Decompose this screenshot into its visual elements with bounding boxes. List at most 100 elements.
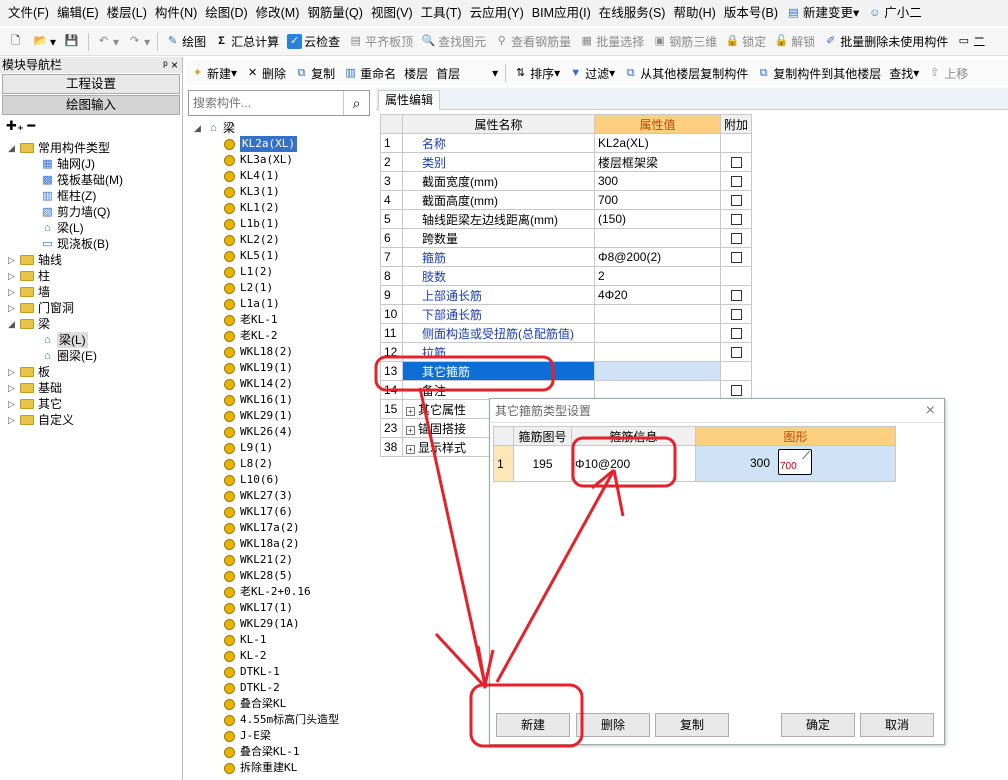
tree-foundation[interactable]: ▷ 基础 (8, 380, 62, 396)
ok-button[interactable]: 确定 (781, 713, 855, 737)
caret-right-icon[interactable]: ▷ (8, 396, 18, 412)
property-row[interactable]: 12 拉筋 (380, 342, 753, 362)
delete-component-button[interactable]: ✕ 删除 (241, 61, 290, 85)
stirrup-code-cell[interactable]: 195 (513, 445, 572, 482)
rebar-3d-button[interactable]: ▣ 钢筋三维 (648, 30, 721, 54)
property-row[interactable]: 13 其它箍筋 (380, 361, 753, 381)
menu-item[interactable]: BIM应用(I) (528, 0, 595, 26)
sort-button[interactable]: ⇅ 排序 ▾ (509, 61, 564, 85)
menu-item[interactable]: 云应用(Y) (466, 0, 528, 26)
caret-down-icon[interactable]: ◢ (8, 140, 18, 156)
property-value[interactable]: (150) (594, 209, 721, 229)
tree-common-types[interactable]: ◢ 常用构件类型 (8, 140, 110, 156)
menu-item[interactable]: 修改(M) (252, 0, 304, 26)
find-button[interactable]: 查找 ▾ (885, 61, 923, 85)
component-item[interactable]: WKL27(3) (224, 488, 293, 504)
property-row[interactable]: 1 名称 KL2a(XL) (380, 133, 753, 153)
tree-item-beam[interactable]: ⌂ 梁(L) (40, 220, 84, 236)
sum-button[interactable]: Σ 汇总计算 (210, 30, 283, 54)
undo-button[interactable]: ↶ ▾ (92, 30, 123, 54)
attach-checkbox[interactable] (730, 385, 742, 397)
batch-delete-button[interactable]: ✐ 批量删除未使用构件 (819, 30, 952, 54)
search-icon[interactable]: ⌕ (343, 91, 369, 115)
property-row[interactable]: 2 类别 楼层框架梁 (380, 152, 753, 172)
caret-right-icon[interactable]: ▷ (8, 300, 18, 316)
component-item[interactable]: WKL18(2) (224, 344, 293, 360)
menu-item[interactable]: 绘图(D) (201, 0, 251, 26)
tree-wall[interactable]: ▷ 墙 (8, 284, 50, 300)
component-item[interactable]: WKL26(4) (224, 424, 293, 440)
tree-item-axis-grid[interactable]: ▦ 轴网(J) (40, 156, 95, 172)
property-value[interactable]: Φ8@200(2) (594, 247, 721, 267)
delete-button[interactable]: 删除 (576, 713, 650, 737)
more-button[interactable]: ▭ 二 (952, 30, 989, 54)
property-row[interactable]: 7 箍筋 Φ8@200(2) (380, 247, 753, 267)
caret-right-icon[interactable]: ▷ (8, 412, 18, 428)
search-input[interactable] (189, 92, 343, 114)
property-row[interactable]: 4 截面高度(mm) 700 (380, 190, 753, 210)
tree-beam[interactable]: ◢ 梁 (8, 316, 50, 332)
menu-item[interactable]: 文件(F) (4, 0, 53, 26)
stirrup-shape-cell[interactable]: 300 700 ⟋ (695, 445, 896, 482)
cancel-button[interactable]: 取消 (860, 713, 934, 737)
redo-button[interactable]: ↷ ▾ (123, 30, 154, 54)
lock-button[interactable]: 🔒 锁定 (721, 30, 770, 54)
component-item[interactable]: KL2a(XL) (224, 136, 297, 152)
copy-to-floor-button[interactable]: ⧉ 复制构件到其他楼层 (752, 61, 885, 85)
component-item[interactable]: 4.55m标高门头造型 (224, 712, 339, 728)
move-up-button[interactable]: ⇧ 上移 (923, 61, 972, 85)
expand-plus-icon[interactable]: + (406, 444, 415, 454)
tree-slab[interactable]: ▷ 板 (8, 364, 50, 380)
attach-checkbox[interactable] (730, 290, 742, 302)
component-item[interactable]: J-E梁 (224, 728, 271, 744)
tree-item-shear-wall[interactable]: ▧ 剪力墙(Q) (40, 204, 110, 220)
component-item[interactable]: WKL18a(2) (224, 536, 300, 552)
property-row[interactable]: 8 肢数 2 (380, 266, 753, 286)
component-item[interactable]: KL2(2) (224, 232, 280, 248)
component-item[interactable]: 叠合梁KL (224, 696, 286, 712)
property-value[interactable] (594, 304, 721, 324)
close-icon[interactable]: × (926, 399, 935, 423)
property-row[interactable]: 14 备注 (380, 380, 753, 400)
component-item[interactable]: L10(6) (224, 472, 280, 488)
component-item[interactable]: WKL17(1) (224, 600, 293, 616)
caret-right-icon[interactable]: ▷ (8, 380, 18, 396)
property-value[interactable]: 2 (594, 266, 721, 286)
component-item[interactable]: L1a(1) (224, 296, 280, 312)
copy-component-button[interactable]: ⧉ 复制 (290, 61, 339, 85)
property-row[interactable]: 6 跨数量 (380, 228, 753, 248)
property-value[interactable] (594, 323, 721, 343)
menu-item[interactable]: 编辑(E) (53, 0, 103, 26)
component-item[interactable]: 老KL-1 (224, 312, 278, 328)
caret-down-icon[interactable]: ◢ (8, 316, 18, 332)
level-top-button[interactable]: ▤ 平齐板顶 (344, 30, 417, 54)
component-item[interactable]: L8(2) (224, 456, 273, 472)
draw-button[interactable]: ✎ 绘图 (161, 30, 210, 54)
tree-beam-item-ring[interactable]: ⌂ 圈梁(E) (40, 348, 97, 364)
expand-plus-icon[interactable]: + (406, 406, 415, 416)
property-value[interactable]: 楼层框架梁 (594, 152, 721, 172)
project-settings-button[interactable]: 工程设置 (2, 74, 180, 94)
component-item[interactable]: KL5(1) (224, 248, 280, 264)
component-item[interactable]: L1(2) (224, 264, 273, 280)
property-value[interactable] (594, 228, 721, 248)
property-row[interactable]: 5 轴线距梁左边线距离(mm) (150) (380, 209, 753, 229)
property-value[interactable] (594, 361, 721, 381)
new-file-button[interactable]: 🗋 (4, 30, 29, 54)
pin-close-icon[interactable]: ᵖ × (163, 57, 182, 73)
tree-door[interactable]: ▷ 门窗洞 (8, 300, 74, 316)
open-button[interactable]: 📂 ▾ (29, 30, 60, 54)
caret-right-icon[interactable]: ▷ (8, 268, 18, 284)
menu-item[interactable]: 工具(T) (417, 0, 466, 26)
tree-column[interactable]: ▷ 柱 (8, 268, 50, 284)
component-item[interactable]: WKL17a(2) (224, 520, 300, 536)
tree-axis[interactable]: ▷ 轴线 (8, 252, 62, 268)
copy-from-floor-button[interactable]: ⧉ 从其他楼层复制构件 (619, 61, 752, 85)
attach-checkbox[interactable] (730, 157, 742, 169)
component-item[interactable]: DTKL-2 (224, 680, 280, 696)
property-row[interactable]: 3 截面宽度(mm) 300 (380, 171, 753, 191)
find-element-button[interactable]: 🔍 查找图元 (417, 30, 490, 54)
component-item[interactable]: L9(1) (224, 440, 273, 456)
component-item[interactable]: WKL29(1) (224, 408, 293, 424)
component-item[interactable]: L2(1) (224, 280, 273, 296)
